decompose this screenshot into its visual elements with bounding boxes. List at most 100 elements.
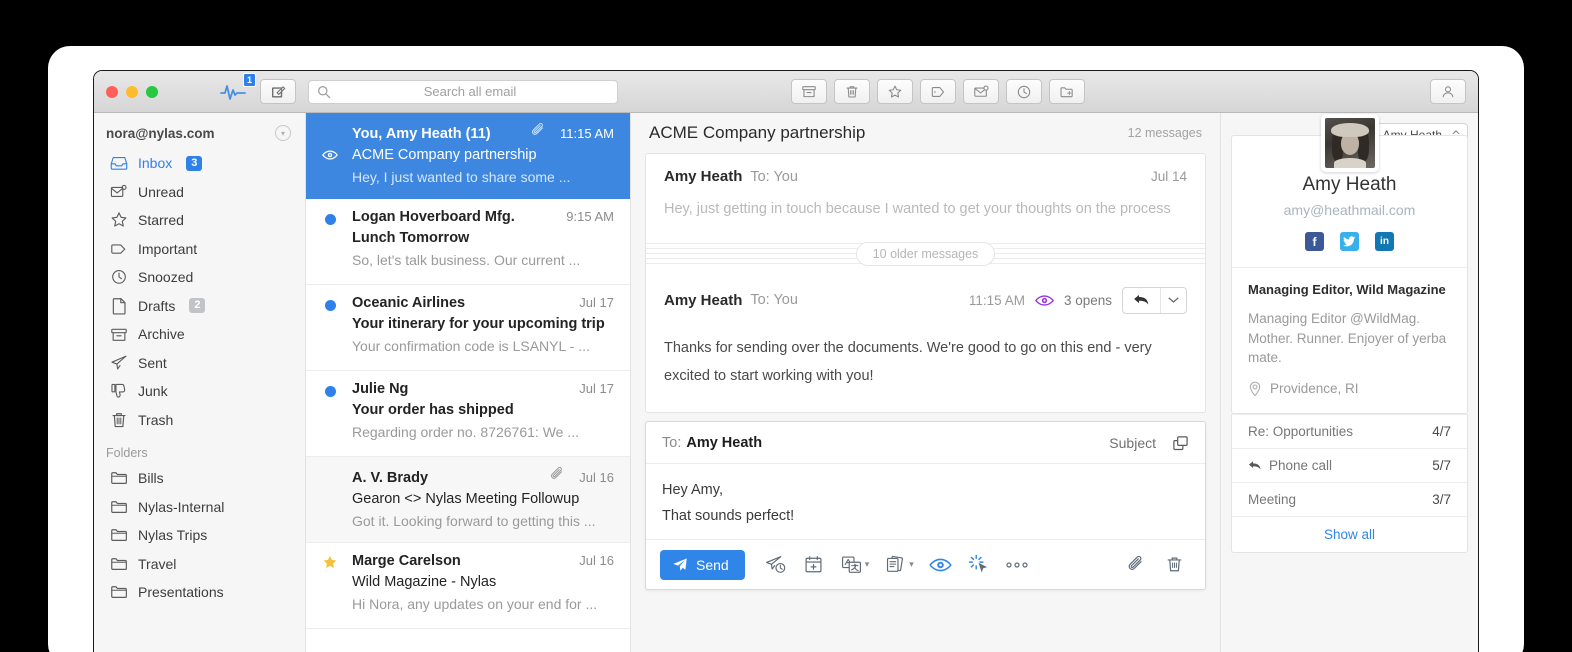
account-row[interactable]: nora@nylas.com ▾ xyxy=(94,125,305,149)
search-input[interactable]: Search all email xyxy=(308,79,618,104)
sidebar-folder-nylas-internal[interactable]: Nylas-Internal xyxy=(94,493,305,522)
older-messages-label[interactable]: 10 older messages xyxy=(855,241,996,266)
minimize-window-button[interactable] xyxy=(126,85,138,98)
chevron-down-icon[interactable]: ▾ xyxy=(909,559,914,570)
linkedin-icon[interactable]: in xyxy=(1375,232,1394,251)
message-list-item-top-row: You, Amy Heath (11) 11:15 AM xyxy=(352,123,614,142)
reply-options-button[interactable] xyxy=(1160,287,1186,313)
message-snippet: Your confirmation code is LSANYL - ... xyxy=(352,338,590,354)
account-button[interactable] xyxy=(1429,79,1466,104)
contact-bio-line: Mother. Runner. Enjoyer of yerba mate. xyxy=(1248,330,1447,366)
send-later-icon xyxy=(766,556,786,573)
message-list-item[interactable]: Marge Carelson Jul 16 Wild Magazine - Nyla… xyxy=(306,543,630,629)
sidebar-item-drafts[interactable]: Drafts 2 xyxy=(94,292,305,321)
message-snippet: So, let's talk business. Our current ... xyxy=(352,252,581,268)
sidebar-item-archive[interactable]: Archive xyxy=(94,320,305,349)
popout-icon xyxy=(1173,436,1188,451)
composer-subject-field[interactable]: Subject xyxy=(1109,435,1156,451)
thread-message-collapsed[interactable]: Amy Heath To: You Jul 14 Hey, just getti… xyxy=(645,153,1206,237)
message-list-item-content: Julie Ng Jul 17 Your order has shipped Rega… xyxy=(322,381,614,440)
thread-scroll[interactable]: Amy Heath To: You Jul 14 Hey, just getti… xyxy=(631,153,1220,652)
sidebar-item-starred[interactable]: Starred xyxy=(94,206,305,235)
contact-bio-line: Managing Editor @WildMag. xyxy=(1248,311,1421,326)
chevron-down-icon[interactable]: ▾ xyxy=(275,125,291,141)
sidebar-folder-presentations[interactable]: Presentations xyxy=(94,578,305,607)
message-recipient: To: You xyxy=(750,168,798,185)
screenshot-stage: 1 Search all email nora@nylas.com ▾ Inbo… xyxy=(0,0,1572,652)
sidebar-folder-bills[interactable]: Bills xyxy=(94,464,305,493)
reply-button[interactable] xyxy=(1123,288,1160,313)
older-messages-separator[interactable]: 10 older messages xyxy=(645,236,1206,271)
archive-button[interactable] xyxy=(790,79,827,104)
send-later-button[interactable] xyxy=(759,550,793,580)
sidebar-item-inbox[interactable]: Inbox 3 xyxy=(94,149,305,178)
sidebar-item-label: Archive xyxy=(138,326,185,343)
sidebar-folder-nylas-trips[interactable]: Nylas Trips xyxy=(94,521,305,550)
twitter-icon[interactable] xyxy=(1340,232,1359,251)
contact-activity-list: Re: Opportunities 4/7 Phone call 5/7 Meeting… xyxy=(1231,413,1468,553)
link-tracking-button[interactable] xyxy=(962,550,996,580)
contact-activity-item[interactable]: Phone call 5/7 xyxy=(1232,447,1467,482)
contact-activity-item[interactable]: Re: Opportunities 4/7 xyxy=(1232,413,1467,448)
message-snippet: Got it. Looking forward to getting this … xyxy=(352,513,596,529)
sidebar-item-important[interactable]: Important xyxy=(94,235,305,264)
composer-body[interactable]: Hey Amy, That sounds perfect! xyxy=(646,464,1205,539)
read-receipt-button[interactable] xyxy=(924,550,958,580)
compose-icon xyxy=(271,86,285,98)
sidebar-folder-travel[interactable]: Travel xyxy=(94,550,305,579)
message-list-item[interactable]: Oceanic Airlines Jul 17 Your itinerary for… xyxy=(306,285,630,371)
paper-plane-icon xyxy=(673,558,687,571)
snooze-button[interactable] xyxy=(1005,79,1042,104)
composer-popout-button[interactable] xyxy=(1172,435,1189,451)
sidebar-item-trash[interactable]: Trash xyxy=(94,406,305,435)
maximize-window-button[interactable] xyxy=(146,85,158,98)
reply-button-group[interactable] xyxy=(1122,286,1187,314)
sidebar-item-unread[interactable]: Unread xyxy=(94,178,305,207)
thread-message-count: 12 messages xyxy=(1127,126,1202,140)
chevron-down-icon[interactable]: ▾ xyxy=(865,559,870,570)
composer-to-value[interactable]: Amy Heath xyxy=(686,435,762,451)
compose-button[interactable] xyxy=(260,79,296,104)
message-subject: ACME Company partnership xyxy=(352,147,537,163)
message-list-item-top-row: A. V. Brady Jul 16 xyxy=(352,467,614,486)
message-list-item[interactable]: You, Amy Heath (11) 11:15 AM ACME Company … xyxy=(306,113,630,199)
more-options-button[interactable] xyxy=(1000,550,1034,580)
sidebar-item-junk[interactable]: Junk xyxy=(94,377,305,406)
thumbs-down-icon xyxy=(110,382,128,400)
trash-icon xyxy=(846,85,858,98)
contact-activity-value: 4/7 xyxy=(1432,423,1451,439)
discard-draft-button[interactable] xyxy=(1157,550,1191,580)
contact-activity-item[interactable]: Meeting 3/7 xyxy=(1232,481,1467,516)
tag-button[interactable] xyxy=(919,79,956,104)
sidebar-item-snoozed[interactable]: Snoozed xyxy=(94,263,305,292)
move-to-folder-button[interactable] xyxy=(1048,79,1085,104)
clock-icon xyxy=(1017,85,1030,98)
trash-button[interactable] xyxy=(833,79,870,104)
composer-body-line: That sounds perfect! xyxy=(662,507,795,524)
sidebar: nora@nylas.com ▾ Inbox 3 Unread Starred Impo… xyxy=(94,113,306,652)
star-button[interactable] xyxy=(876,79,913,104)
message-list-item[interactable]: A. V. Brady Jul 16 Gearon <> Nylas Meeting… xyxy=(306,457,630,543)
close-window-button[interactable] xyxy=(106,85,118,98)
template-icon xyxy=(841,556,861,573)
send-button[interactable]: Send xyxy=(660,549,745,580)
facebook-icon[interactable]: f xyxy=(1305,232,1324,251)
sidebar-item-sent[interactable]: Sent xyxy=(94,349,305,378)
nylas-activity-button[interactable]: 1 xyxy=(220,72,256,102)
insert-snippet-button[interactable]: ▾ xyxy=(879,550,920,580)
sidebar-item-label: Drafts xyxy=(138,297,176,314)
message-list-item[interactable]: Logan Hoverboard Mfg. 9:15 AM Lunch Tomorr… xyxy=(306,199,630,285)
message-snippet: Hey, I just wanted to share some ... xyxy=(352,169,571,185)
mark-unread-button[interactable] xyxy=(962,79,999,104)
insert-calendar-button[interactable] xyxy=(797,550,831,580)
unread-dot-icon xyxy=(322,297,338,313)
message-list-item-content: Logan Hoverboard Mfg. 9:15 AM Lunch Tomorr… xyxy=(322,209,614,268)
message-list-item[interactable]: Julie Ng Jul 17 Your order has shipped Rega… xyxy=(306,371,630,457)
attach-file-button[interactable] xyxy=(1119,550,1153,580)
send-label: Send xyxy=(696,556,729,573)
insert-template-button[interactable]: ▾ xyxy=(835,550,876,580)
contact-show-all-link[interactable]: Show all xyxy=(1232,515,1467,552)
message-list-item-content: A. V. Brady Jul 16 Gearon <> Nylas Meeting… xyxy=(322,467,614,529)
contact-email[interactable]: amy@heathmail.com xyxy=(1232,202,1467,218)
map-pin-icon xyxy=(1249,381,1261,396)
